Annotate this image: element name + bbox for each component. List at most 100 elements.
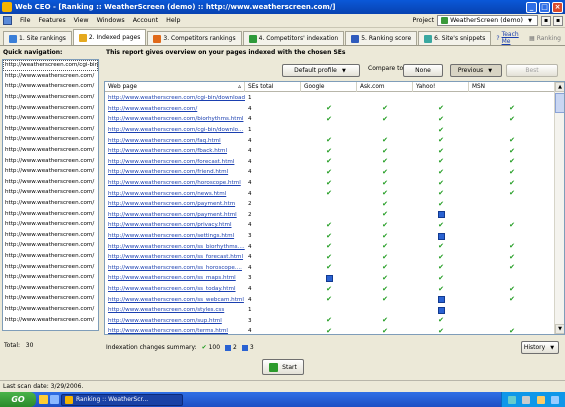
- page-url-link[interactable]: http://www.weatherscreen.com/settings.ht…: [105, 231, 245, 242]
- menu-features[interactable]: Features: [35, 17, 70, 24]
- page-url-link[interactable]: http://www.weatherscreen.com/sup.html: [105, 316, 245, 327]
- close-button[interactable]: ×: [552, 1, 563, 13]
- default-profile-button[interactable]: Default profile ▼: [282, 64, 360, 77]
- menu-view[interactable]: View: [70, 17, 93, 24]
- page-url-link[interactable]: http://www.weatherscreen.com/payment.htm: [105, 199, 245, 210]
- column-yahoo[interactable]: Yahoo!: [413, 82, 469, 92]
- list-item[interactable]: http://www.weatherscreen.com/: [3, 272, 98, 283]
- table-row[interactable]: http://www.weatherscreen.com/payment.htm…: [105, 199, 555, 210]
- column-msn[interactable]: MSN: [469, 82, 555, 92]
- minimize-button[interactable]: _: [526, 1, 537, 13]
- column-web-page[interactable]: Web page ▵: [105, 82, 245, 92]
- tray-icon[interactable]: [508, 395, 517, 404]
- table-row[interactable]: http://www.weatherscreen.com/cgi-bin/dow…: [105, 93, 555, 104]
- table-row[interactable]: http://www.weatherscreen.com/ss_forecast…: [105, 252, 555, 263]
- list-item[interactable]: http://www.weatherscreen.com/: [3, 187, 98, 198]
- page-url-link[interactable]: http://www.weatherscreen.com/ss_biorhyth…: [105, 241, 245, 252]
- table-row[interactable]: http://www.weatherscreen.com/biorhythms.…: [105, 114, 555, 125]
- list-item[interactable]: http://www.weatherscreen.com/: [3, 304, 98, 315]
- maximize-button[interactable]: □: [539, 1, 550, 13]
- page-url-link[interactable]: http://www.weatherscreen.com/payment.htm…: [105, 210, 245, 221]
- scroll-down-icon[interactable]: ▼: [555, 324, 564, 334]
- menu-account[interactable]: Account: [129, 17, 162, 24]
- list-item[interactable]: http://www.weatherscreen.com/: [3, 177, 98, 188]
- page-url-link[interactable]: http://www.weatherscreen.com/ss_horoscop…: [105, 263, 245, 274]
- project-select[interactable]: WeatherScreen (demo) ▼: [437, 15, 538, 26]
- scroll-up-icon[interactable]: ▲: [555, 82, 564, 92]
- column-ses-total[interactable]: SEs total: [245, 82, 301, 92]
- list-item[interactable]: http://www.weatherscreen.com/: [3, 81, 98, 92]
- taskbar-item-ranking[interactable]: Ranking :: WeatherScr...: [61, 393, 183, 406]
- table-row[interactable]: http://www.weatherscreen.com/news.html 4 ✔…: [105, 188, 555, 199]
- list-item[interactable]: http://www.weatherscreen.com/: [3, 198, 98, 209]
- page-url-link[interactable]: http://www.weatherscreen.com/ss_webcam.h…: [105, 294, 245, 305]
- table-row[interactable]: http://www.weatherscreen.com/ss_today.ht…: [105, 284, 555, 295]
- page-url-link[interactable]: http://www.weatherscreen.com/cgi-bin/dow…: [105, 93, 245, 104]
- page-url-link[interactable]: http://www.weatherscreen.com/biorhythms.…: [105, 114, 245, 125]
- table-row[interactable]: http://www.weatherscreen.com/ss_maps.htm…: [105, 273, 555, 284]
- go-button[interactable]: GO: [0, 392, 36, 407]
- table-row[interactable]: http://www.weatherscreen.com/sup.html 3 ✔ ✔…: [105, 316, 555, 327]
- column-google[interactable]: Google: [301, 82, 357, 92]
- quicklaunch-icon[interactable]: [39, 395, 48, 404]
- page-url-link[interactable]: http://www.weatherscreen.com/friend.html: [105, 167, 245, 178]
- list-item[interactable]: http://www.weatherscreen.com/: [3, 208, 98, 219]
- tab-site-rankings[interactable]: 1. Site rankings: [3, 31, 72, 45]
- page-url-link[interactable]: http://www.weatherscreen.com/cgi-bin/dow…: [105, 125, 245, 136]
- page-url-link[interactable]: http://www.weatherscreen.com/terms.html: [105, 326, 245, 334]
- list-item[interactable]: http://www.weatherscreen.com/: [3, 102, 98, 113]
- list-item[interactable]: http://www.weatherscreen.com/: [3, 314, 98, 325]
- page-url-link[interactable]: http://www.weatherscreen.com/horoscope.h…: [105, 178, 245, 189]
- toolbar-icon-1[interactable]: ▪: [541, 15, 551, 26]
- menu-help[interactable]: Help: [162, 17, 184, 24]
- list-item[interactable]: http://www.weatherscreen.com/: [3, 124, 98, 135]
- table-row[interactable]: http://www.weatherscreen.com/terms.html 4…: [105, 326, 555, 334]
- start-button[interactable]: Start: [262, 359, 304, 375]
- page-url-link[interactable]: http://www.weatherscreen.com/ss_today.ht…: [105, 284, 245, 295]
- page-url-link[interactable]: http://www.weatherscreen.com/privacy.htm…: [105, 220, 245, 231]
- table-row[interactable]: http://www.weatherscreen.com/ss_webcam.h…: [105, 294, 555, 305]
- vertical-scrollbar[interactable]: ▲ ▼: [554, 82, 564, 334]
- page-url-link[interactable]: http://www.weatherscreen.com/styles.css: [105, 305, 245, 316]
- table-row[interactable]: http://www.weatherscreen.com/ss_biorhyth…: [105, 241, 555, 252]
- page-url-link[interactable]: http://www.weatherscreen.com/ss_maps.htm…: [105, 273, 245, 284]
- compare-previous-button[interactable]: Previous ▼: [450, 64, 502, 77]
- quick-navigation-list[interactable]: http://weatherscreen.com/cgi-bin http://w…: [2, 59, 99, 331]
- list-item[interactable]: http://www.weatherscreen.com/: [3, 134, 98, 145]
- column-ask[interactable]: Ask.com: [357, 82, 413, 92]
- list-item[interactable]: http://www.weatherscreen.com/: [3, 251, 98, 262]
- list-item[interactable]: http://www.weatherscreen.com/: [3, 230, 98, 241]
- tab-indexed-pages[interactable]: 2. Indexed pages: [72, 29, 147, 45]
- tray-icon[interactable]: [536, 395, 545, 404]
- table-row[interactable]: http://www.weatherscreen.com/styles.css 1: [105, 305, 555, 316]
- table-row[interactable]: http://www.weatherscreen.com/ss_horoscop…: [105, 263, 555, 274]
- history-button[interactable]: History ▼: [521, 341, 559, 354]
- tab-competitors-rankings[interactable]: 3. Competitors rankings: [147, 31, 242, 45]
- page-url-link[interactable]: http://www.weatherscreen.com/faq.html: [105, 135, 245, 146]
- table-row[interactable]: http://www.weatherscreen.com/4 ✔ ✔ ✔ ✔: [105, 104, 555, 115]
- compare-none-button[interactable]: None: [403, 64, 443, 77]
- table-row[interactable]: http://www.weatherscreen.com/payment.htm…: [105, 210, 555, 221]
- list-item[interactable]: http://www.weatherscreen.com/: [3, 145, 98, 156]
- system-menu-icon[interactable]: [3, 16, 12, 25]
- list-item[interactable]: http://www.weatherscreen.com/: [3, 92, 98, 103]
- list-item[interactable]: http://weatherscreen.com/cgi-bin: [3, 60, 98, 71]
- page-url-link[interactable]: http://www.weatherscreen.com/forecast.ht…: [105, 157, 245, 168]
- menu-windows[interactable]: Windows: [93, 17, 129, 24]
- list-item[interactable]: http://www.weatherscreen.com/: [3, 293, 98, 304]
- table-row[interactable]: http://www.weatherscreen.com/horoscope.h…: [105, 178, 555, 189]
- menu-file[interactable]: File: [16, 17, 35, 24]
- teach-me-link[interactable]: Teach Me: [502, 31, 519, 45]
- table-row[interactable]: http://www.weatherscreen.com/faq.html 4 ✔ ✔…: [105, 135, 555, 146]
- list-item[interactable]: http://www.weatherscreen.com/: [3, 282, 98, 293]
- scroll-thumb[interactable]: [555, 93, 564, 113]
- table-row[interactable]: http://www.weatherscreen.com/settings.ht…: [105, 231, 555, 242]
- list-item[interactable]: http://www.weatherscreen.com/: [3, 71, 98, 82]
- tray-icon[interactable]: [550, 395, 559, 404]
- table-row[interactable]: http://www.weatherscreen.com/forecast.ht…: [105, 157, 555, 168]
- list-item[interactable]: http://www.weatherscreen.com/: [3, 155, 98, 166]
- quicklaunch-icon[interactable]: [50, 395, 59, 404]
- tab-ranking-score[interactable]: 5. Ranking score: [345, 31, 418, 45]
- page-url-link[interactable]: http://www.weatherscreen.com/fback.html: [105, 146, 245, 157]
- tray-icon[interactable]: [522, 395, 531, 404]
